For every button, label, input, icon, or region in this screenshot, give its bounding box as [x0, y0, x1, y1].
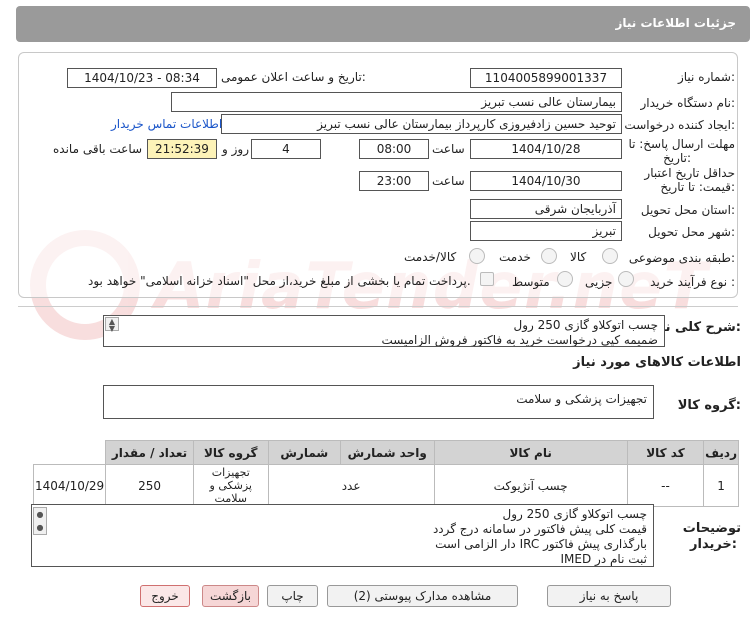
page-header: جزئیات اطلاعات نیاز	[16, 6, 750, 42]
buyer-note-line: ثبت نام در IMED	[560, 552, 647, 566]
category-option-goods: کالا	[570, 250, 587, 264]
header-name: نام کالا	[433, 440, 628, 465]
validity-date-field: 1404/10/30	[470, 171, 622, 191]
remaining-time-field: 21:52:39	[147, 139, 217, 159]
goods-group-box: تجهیزات پزشکی و سلامت	[103, 385, 654, 419]
buyer-note-line: قیمت کلی پیش فاکتور در سامانه درج گردد	[432, 522, 647, 536]
buyer-notes-box: چسب اتوکلاو گازی 250 رول قیمت کلی پیش فا…	[31, 504, 654, 567]
cell-name: چسب آنژیوکت	[433, 464, 628, 507]
buyer-org-field: بیمارستان عالی نسب تبریز	[171, 92, 622, 112]
cell-code: --	[626, 464, 705, 507]
province-field: آذربایجان شرقی	[470, 199, 622, 219]
buyer-note-line: بارگذاری پیش فاکتور IRC دار الزامی است	[435, 537, 647, 551]
cell-unit: عدد	[267, 464, 435, 507]
buyer-notes-label-2: خریدار:	[690, 537, 737, 552]
table-row[interactable]: 1 -- چسب آنژیوکت عدد تجهیزات پزشکی و سلا…	[32, 464, 739, 507]
category-radio-service[interactable]	[541, 248, 557, 264]
creator-label: ایجاد کننده درخواست:	[624, 118, 735, 132]
need-number-field: 1104005899001337	[470, 68, 622, 88]
header-qty: تعداد / مقدار	[105, 440, 194, 465]
header-unit: واحد شمارش	[339, 440, 435, 465]
print-button[interactable]: چاپ	[267, 585, 318, 607]
province-label: استان محل تحویل:	[640, 203, 735, 217]
header-code: کد کالا	[626, 440, 705, 465]
goods-info-title: اطلاعات کالاهای مورد نیاز	[573, 355, 741, 370]
process-radio-minor[interactable]	[618, 271, 634, 287]
process-option-medium: متوسط	[512, 275, 550, 289]
need-description-line: ضمیمه کپی درخواست خرید به فاکتور فروش ال…	[381, 333, 658, 347]
days-field: 4	[251, 139, 321, 159]
announce-label: تاریخ و ساعت اعلان عمومی:	[221, 70, 366, 84]
items-table: ردیف کد کالا نام کالا واحد شمارش شمارش گ…	[32, 440, 739, 507]
reply-button[interactable]: پاسخ به نیاز	[547, 585, 671, 607]
back-button[interactable]: بازگشت	[202, 585, 259, 607]
reply-time-label: ساعت	[432, 142, 465, 156]
goods-group-label: گروه کالا:	[677, 398, 741, 413]
header-count: شمارش	[267, 440, 341, 465]
attachments-button[interactable]: مشاهده مدارک پیوستی (2)	[327, 585, 518, 607]
process-label: نوع فرآیند خرید :	[650, 275, 735, 289]
process-radio-medium[interactable]	[557, 271, 573, 287]
reply-date-field: 1404/10/28	[470, 139, 622, 159]
scroll-up-icon[interactable]: ▲ ▼	[105, 317, 119, 333]
section-divider	[18, 306, 738, 307]
buyer-contact-link[interactable]: اطلاعات تماس خریدار	[111, 117, 222, 131]
need-number-label: شماره نیاز:	[677, 70, 735, 84]
cell-date: 1404/10/29	[32, 464, 107, 507]
treasury-payment-note: پرداخت تمام یا بخشی از مبلغ خرید،از محل …	[88, 274, 471, 288]
table-header-row: ردیف کد کالا نام کالا واحد شمارش شمارش گ…	[34, 440, 739, 465]
treasury-checkbox[interactable]	[480, 272, 494, 286]
reply-deadline-label-2: تاریخ:	[663, 151, 691, 165]
remaining-time-label: ساعت باقی مانده	[53, 142, 143, 156]
category-radio-goods[interactable]	[602, 248, 618, 264]
category-option-service: خدمت	[499, 250, 531, 264]
reply-deadline-label: مهلت ارسال پاسخ: تا	[628, 137, 735, 151]
city-field: تبریز	[470, 221, 622, 241]
validity-time-label: ساعت	[432, 174, 465, 188]
page-title: جزئیات اطلاعات نیاز	[615, 16, 736, 30]
header-row-number: ردیف	[703, 440, 739, 465]
cell-row-number: 1	[703, 464, 739, 507]
cell-qty: 250	[105, 464, 194, 507]
process-option-minor: جزیی	[585, 275, 613, 289]
days-label: روز و	[222, 142, 249, 156]
city-label: شهر محل تحویل:	[648, 225, 735, 239]
header-group: گروه کالا	[192, 440, 269, 465]
need-description-line: چسب اتوکلاو گازی 250 رول	[513, 318, 658, 332]
category-label: طبقه بندی موضوعی:	[628, 251, 735, 265]
validity-label: حداقل تاریخ اعتبار	[644, 166, 735, 180]
cell-group: تجهیزات پزشکی و سلامت	[192, 464, 269, 507]
validity-label-2: قیمت: تا تاریخ:	[660, 180, 735, 194]
validity-time-field: 23:00	[359, 171, 429, 191]
buyer-note-line: چسب اتوکلاو گازی 250 رول	[502, 507, 647, 521]
notes-scroll-icon[interactable]: ● ●	[33, 507, 47, 535]
exit-button[interactable]: خروج	[140, 585, 190, 607]
category-radio-goods-service[interactable]	[469, 248, 485, 264]
reply-time-field: 08:00	[359, 139, 429, 159]
creator-field: توحید حسین زادفیروزی کارپرداز بیمارستان …	[221, 114, 622, 134]
category-option-goods-service: کالا/خدمت	[404, 250, 457, 264]
buyer-org-label: نام دستگاه خریدار:	[640, 96, 736, 110]
need-description-box: چسب اتوکلاو گازی 250 رول ضمیمه کپی درخوا…	[103, 315, 665, 347]
buyer-notes-label: توضیحات	[682, 521, 741, 536]
announce-field: 1404/10/23 - 08:34	[67, 68, 217, 88]
